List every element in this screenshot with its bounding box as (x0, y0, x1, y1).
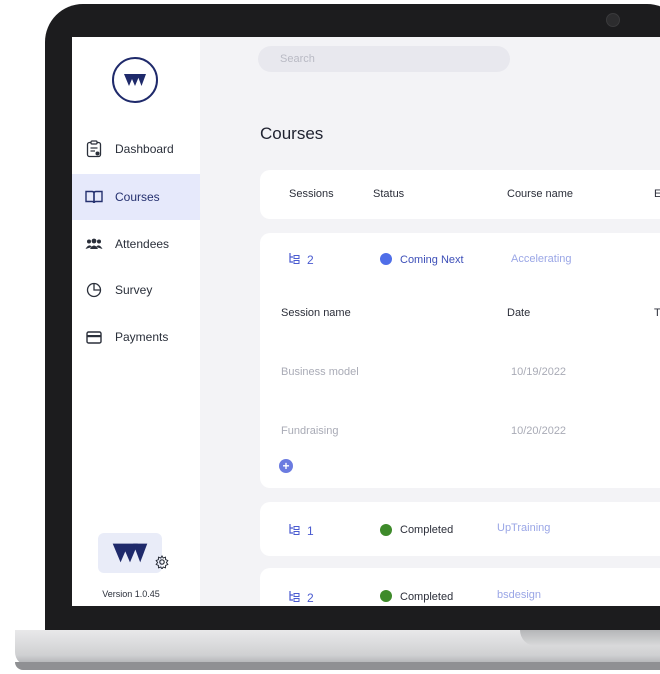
sidebar-item-label: Attendees (115, 237, 170, 251)
page-title: Courses (260, 124, 324, 143)
column-header-extra[interactable]: E (654, 188, 660, 200)
session-date: 10/19/2022 (511, 366, 567, 378)
column-header-extra: T (654, 307, 660, 319)
tree-icon (288, 522, 300, 540)
status-badge: Coming Next (400, 254, 464, 266)
pie-chart-icon (85, 281, 103, 299)
credit-card-icon (85, 328, 103, 346)
people-icon (85, 235, 103, 253)
brand-logo (98, 533, 162, 573)
logo-icon (112, 543, 148, 563)
tree-icon (288, 589, 300, 606)
session-name[interactable]: Business model (281, 366, 359, 378)
add-session-button[interactable]: + (279, 459, 293, 473)
clipboard-icon (85, 140, 103, 158)
camera (606, 13, 620, 27)
sidebar-item-survey[interactable]: Survey (72, 267, 200, 313)
column-header-status[interactable]: Status (373, 188, 404, 200)
column-header-date: Date (507, 307, 531, 319)
table-header: Sessions Status Course name E (260, 170, 660, 219)
column-header-course-name[interactable]: Course name (507, 188, 573, 200)
session-name[interactable]: Fundraising (281, 425, 338, 437)
course-name-link[interactable]: Accelerating (511, 253, 572, 265)
course-name-link[interactable]: UpTraining (497, 522, 550, 534)
sidebar-item-courses[interactable]: Courses (72, 174, 200, 220)
sidebar-item-payments[interactable]: Payments (72, 314, 200, 360)
session-count: 2 (307, 591, 314, 605)
book-open-icon (85, 188, 103, 206)
course-row[interactable]: 2 Completed bsdesign (260, 568, 660, 606)
version-label: Version 1.0.45 (102, 589, 160, 599)
course-name-link[interactable]: bsdesign (497, 589, 541, 601)
sidebar-item-attendees[interactable]: Attendees (72, 221, 200, 267)
laptop-mockup: Dashboard Courses Attendees Survey Payme… (0, 0, 660, 674)
status-dot (380, 590, 392, 602)
logo-icon (124, 74, 146, 86)
status-dot (380, 253, 392, 265)
tree-icon (288, 251, 300, 269)
sidebar-item-label: Dashboard (115, 142, 174, 156)
gear-icon[interactable] (155, 555, 169, 574)
app-logo[interactable] (112, 57, 158, 103)
session-date: 10/20/2022 (511, 425, 567, 437)
laptop-base-groove (520, 630, 660, 646)
search-input[interactable]: Search (258, 46, 510, 72)
sidebar: Dashboard Courses Attendees Survey Payme… (72, 37, 200, 606)
sidebar-item-label: Payments (115, 330, 169, 344)
app-screen: Dashboard Courses Attendees Survey Payme… (72, 37, 660, 606)
column-header-sessions[interactable]: Sessions (289, 188, 334, 200)
course-row[interactable]: 1 Completed UpTraining (260, 502, 660, 556)
sidebar-item-label: Survey (115, 283, 153, 297)
sidebar-item-dashboard[interactable]: Dashboard (72, 126, 200, 172)
status-badge: Completed (400, 524, 454, 536)
sidebar-item-label: Courses (115, 190, 160, 204)
column-header-session-name: Session name (281, 307, 351, 319)
laptop-base-edge (15, 662, 660, 670)
status-dot (380, 524, 392, 536)
session-count: 1 (307, 524, 314, 538)
course-row-expanded[interactable]: 2 Coming Next Accelerating Session name … (260, 233, 660, 488)
status-badge: Completed (400, 591, 454, 603)
session-count: 2 (307, 253, 314, 267)
